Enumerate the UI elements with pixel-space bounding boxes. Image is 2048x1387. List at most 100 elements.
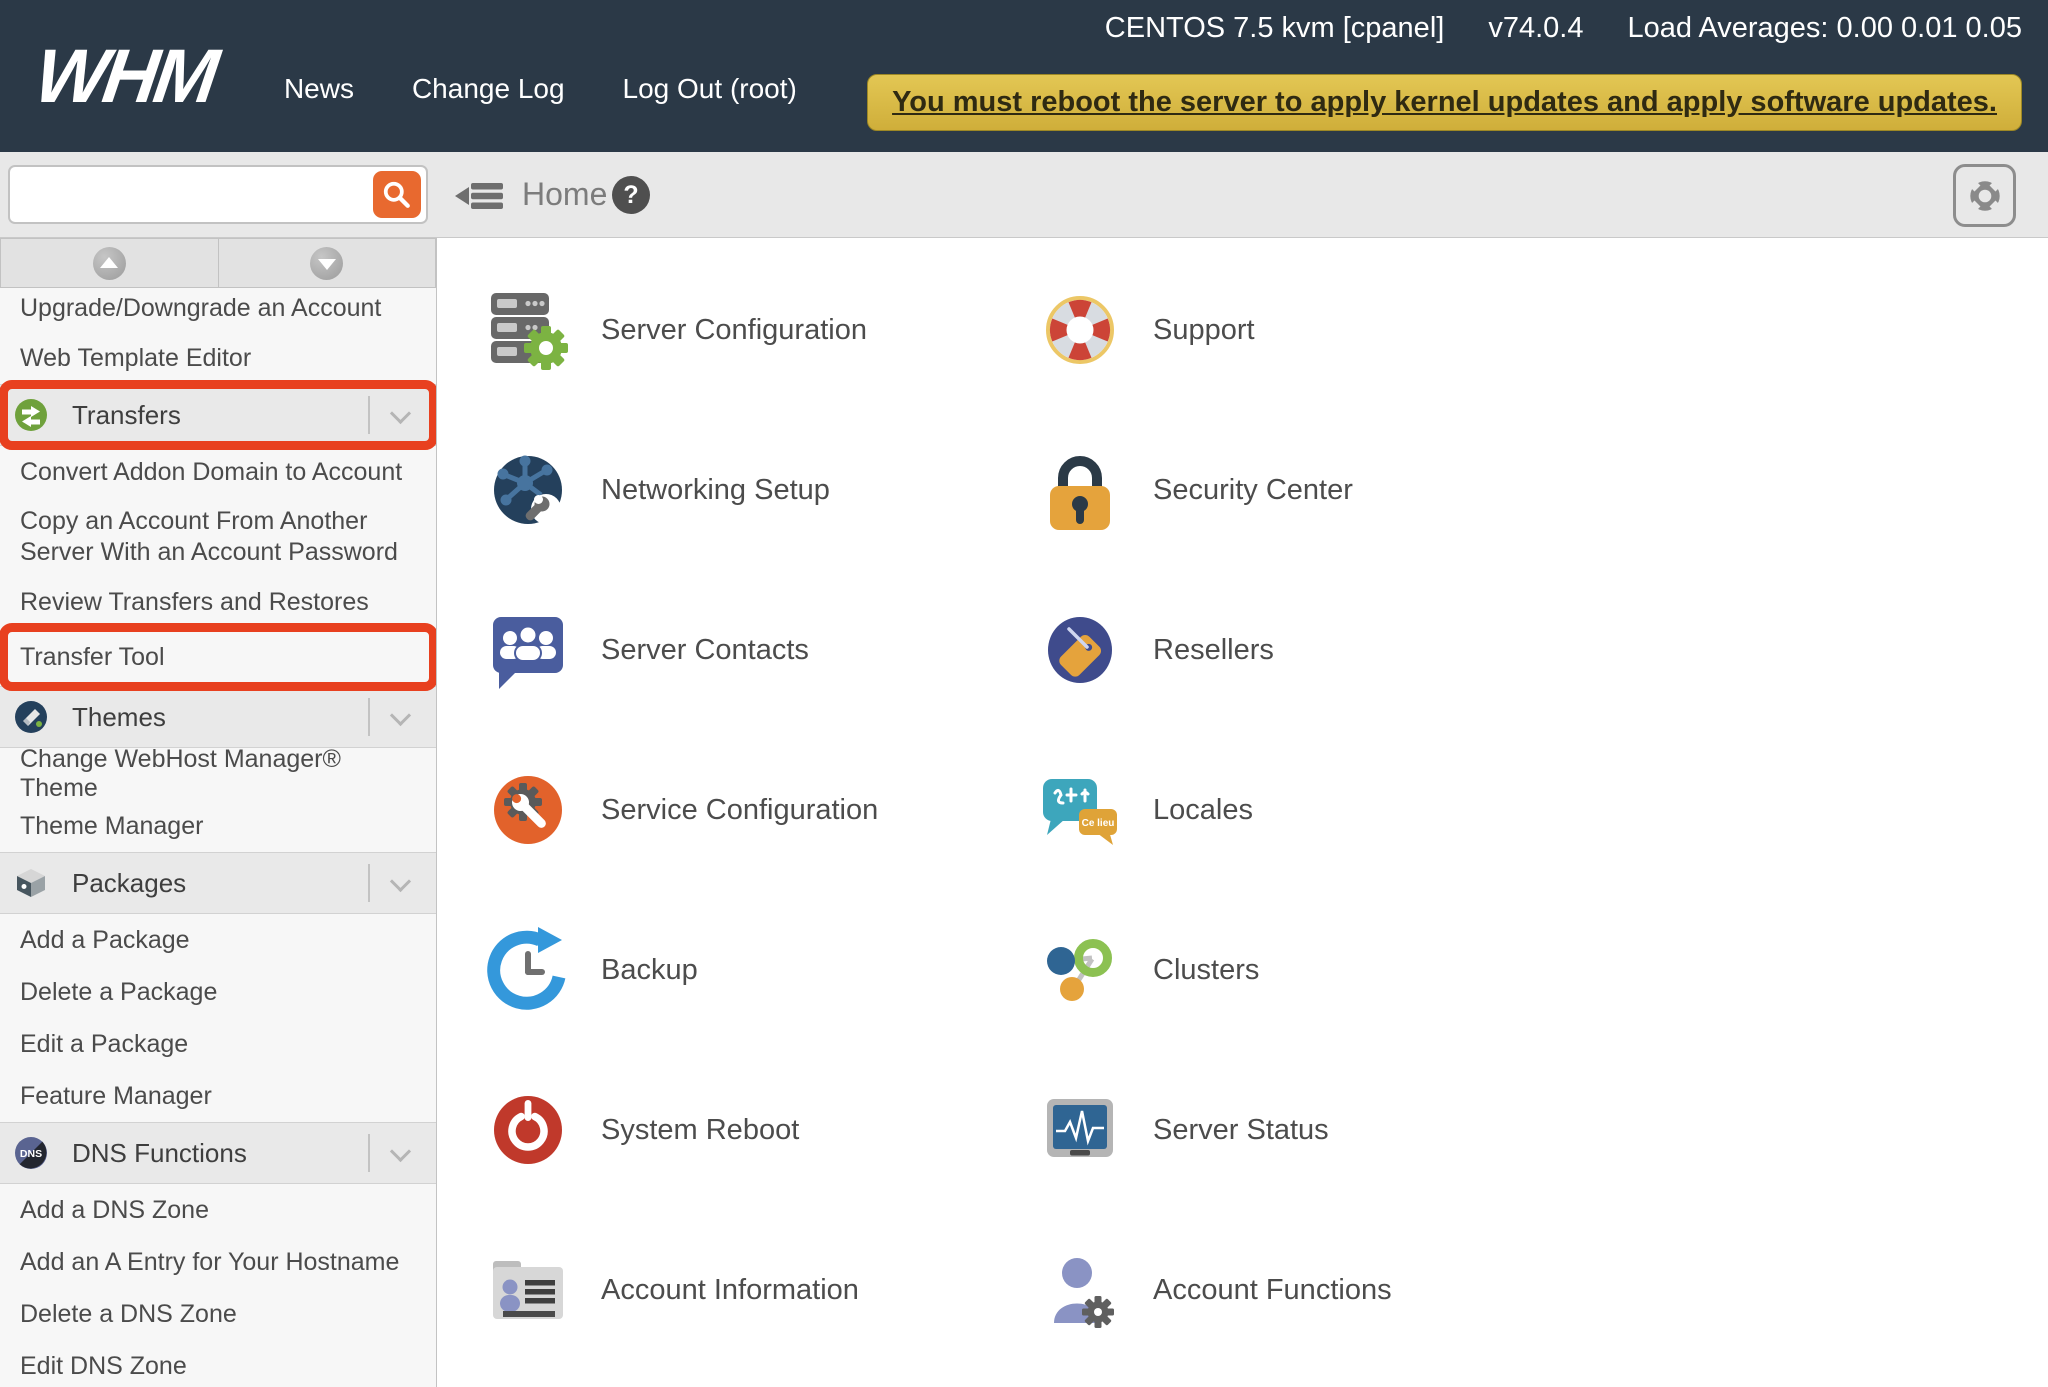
nav-news[interactable]: News xyxy=(284,73,354,105)
sidebar-item-add-package[interactable]: Add a Package xyxy=(0,914,436,966)
whm-version: v74.0.4 xyxy=(1488,12,1584,44)
support-icon xyxy=(1046,296,1114,364)
tile-label: Support xyxy=(1153,313,1255,346)
tile-label: Service Configuration xyxy=(601,793,879,826)
sidebar-section-label: Themes xyxy=(72,701,166,732)
sidebar-item-edit-dns-zone[interactable]: Edit DNS Zone xyxy=(0,1340,436,1387)
tile-label: Account Functions xyxy=(1153,1273,1392,1306)
tile-server-status[interactable]: Server Status xyxy=(1035,1085,2048,1175)
sidebar-item-feature-manager[interactable]: Feature Manager xyxy=(0,1070,436,1122)
dns-icon-label: DNS xyxy=(20,1148,42,1160)
tile-label: System Reboot xyxy=(601,1113,800,1146)
tile-security-center[interactable]: Security Center xyxy=(1035,445,2048,535)
tile-label: Networking Setup xyxy=(601,473,830,506)
top-navbar: WHM News Change Log Log Out (root) CENTO… xyxy=(0,0,2048,152)
sidebar-item-copy-account[interactable]: Copy an Account From Another Server With… xyxy=(0,498,436,576)
magnifier-icon xyxy=(383,181,410,208)
tile-server-configuration[interactable]: Server Configuration xyxy=(483,285,1035,375)
top-navigation: News Change Log Log Out (root) xyxy=(284,73,797,105)
sidebar-section-label: Packages xyxy=(72,867,187,898)
tile-system-reboot[interactable]: System Reboot xyxy=(483,1085,1035,1175)
sidebar-item-theme-manager[interactable]: Theme Manager xyxy=(0,800,436,852)
account-information-icon xyxy=(493,1261,563,1319)
tile-clusters[interactable]: Clusters xyxy=(1035,925,2048,1015)
tile-label: Account Information xyxy=(601,1273,859,1306)
tile-label: Locales xyxy=(1153,793,1253,826)
sidebar-section-dns-functions[interactable]: DNS DNS Functions xyxy=(0,1122,436,1184)
sidebar-item-edit-package[interactable]: Edit a Package xyxy=(0,1018,436,1070)
sidebar-item-review-transfers[interactable]: Review Transfers and Restores xyxy=(0,576,436,628)
section-divider xyxy=(368,698,370,736)
search-box xyxy=(8,165,428,224)
sidebar-item-add-dns-zone[interactable]: Add a DNS Zone xyxy=(0,1184,436,1236)
sidebar-item-delete-dns-zone[interactable]: Delete a DNS Zone xyxy=(0,1288,436,1340)
sidebar-item-delete-package[interactable]: Delete a Package xyxy=(0,966,436,1018)
collapse-menu-glyph xyxy=(455,183,503,209)
resellers-icon xyxy=(1048,617,1112,683)
load-averages: Load Averages: 0.00 0.01 0.05 xyxy=(1627,12,2022,44)
sidebar-item-web-template-editor[interactable]: Web Template Editor xyxy=(0,332,436,384)
locales-icon: Ce lieu xyxy=(1043,779,1117,845)
scroll-down-button[interactable] xyxy=(218,238,436,288)
server-contacts-icon xyxy=(493,617,563,689)
tile-label: Server Status xyxy=(1153,1113,1329,1146)
sidebar-item-change-whm-theme[interactable]: Change WebHost Manager® Theme xyxy=(0,745,436,802)
dns-icon: DNS xyxy=(15,1137,47,1169)
chevron-down-icon[interactable] xyxy=(389,704,412,727)
chevron-down-icon[interactable] xyxy=(389,870,412,893)
tile-support[interactable]: Support xyxy=(1035,285,2048,375)
tile-resellers[interactable]: Resellers xyxy=(1035,605,2048,695)
sidebar-item-add-a-entry[interactable]: Add an A Entry for Your Hostname xyxy=(0,1236,436,1288)
tile-label: Clusters xyxy=(1153,953,1260,986)
tile-locales[interactable]: Ce lieu Locales xyxy=(1035,765,2048,855)
scroll-down-icon xyxy=(310,246,344,280)
sidebar-item-convert-addon-domain[interactable]: Convert Addon Domain to Account xyxy=(0,446,436,498)
sidebar-section-label: Transfers xyxy=(72,399,181,430)
tile-account-functions[interactable]: Account Functions xyxy=(1035,1245,2048,1335)
search-input[interactable] xyxy=(16,169,366,218)
server-status-icon xyxy=(1047,1099,1113,1157)
question-mark-icon[interactable]: ? xyxy=(612,176,650,214)
life-ring-icon xyxy=(1968,179,2001,212)
server-configuration-icon xyxy=(491,293,568,370)
sidebar-item-transfer-tool[interactable]: Transfer Tool xyxy=(0,623,436,691)
clusters-icon xyxy=(1047,939,1112,1001)
search-button[interactable] xyxy=(373,171,421,218)
reboot-alert-link[interactable]: You must reboot the server to apply kern… xyxy=(892,86,1997,118)
breadcrumb[interactable]: Home xyxy=(522,152,607,236)
tile-service-configuration[interactable]: Service Configuration xyxy=(483,765,1035,855)
collapse-menu-icon[interactable] xyxy=(455,179,507,213)
tile-label: Security Center xyxy=(1153,473,1353,506)
tile-account-information[interactable]: Account Information xyxy=(483,1245,1035,1335)
tile-label: Server Contacts xyxy=(601,633,809,666)
scroll-up-button[interactable] xyxy=(0,238,219,288)
section-divider xyxy=(368,864,370,902)
packages-icon xyxy=(17,869,45,897)
tile-backup[interactable]: Backup xyxy=(483,925,1035,1015)
backup-icon xyxy=(487,927,566,1010)
section-divider xyxy=(368,396,370,434)
scroll-up-icon xyxy=(92,246,126,280)
tile-server-contacts[interactable]: Server Contacts xyxy=(483,605,1035,695)
sidebar-section-transfers[interactable]: Transfers xyxy=(0,380,436,450)
transfers-icon xyxy=(15,399,47,431)
sidebar-section-packages[interactable]: Packages xyxy=(0,852,436,914)
sidebar: Upgrade/Downgrade an Account Web Templat… xyxy=(0,238,437,1387)
toolbar: Home ? xyxy=(0,152,2048,238)
locales-icon-text: Ce lieu xyxy=(1082,818,1115,829)
nav-change-log[interactable]: Change Log xyxy=(412,73,565,105)
sidebar-item-upgrade-downgrade-account[interactable]: Upgrade/Downgrade an Account xyxy=(0,288,436,332)
tile-networking-setup[interactable]: Networking Setup xyxy=(483,445,1035,535)
sidebar-section-themes[interactable]: Themes xyxy=(0,686,436,748)
chevron-down-icon[interactable] xyxy=(389,402,412,425)
nav-log-out[interactable]: Log Out (root) xyxy=(623,73,797,105)
themes-icon xyxy=(15,701,47,733)
sidebar-section-label: DNS Functions xyxy=(72,1137,247,1168)
whm-logo[interactable]: WHM xyxy=(30,33,220,120)
sidebar-scroll-controls xyxy=(0,238,436,288)
support-button[interactable] xyxy=(1953,164,2016,227)
chevron-down-icon[interactable] xyxy=(389,1140,412,1163)
server-os-label: CENTOS 7.5 kvm [cpanel] xyxy=(1104,12,1445,44)
section-divider xyxy=(368,1134,370,1172)
feature-grid: Server Configuration Support Networking … xyxy=(483,250,2048,1370)
